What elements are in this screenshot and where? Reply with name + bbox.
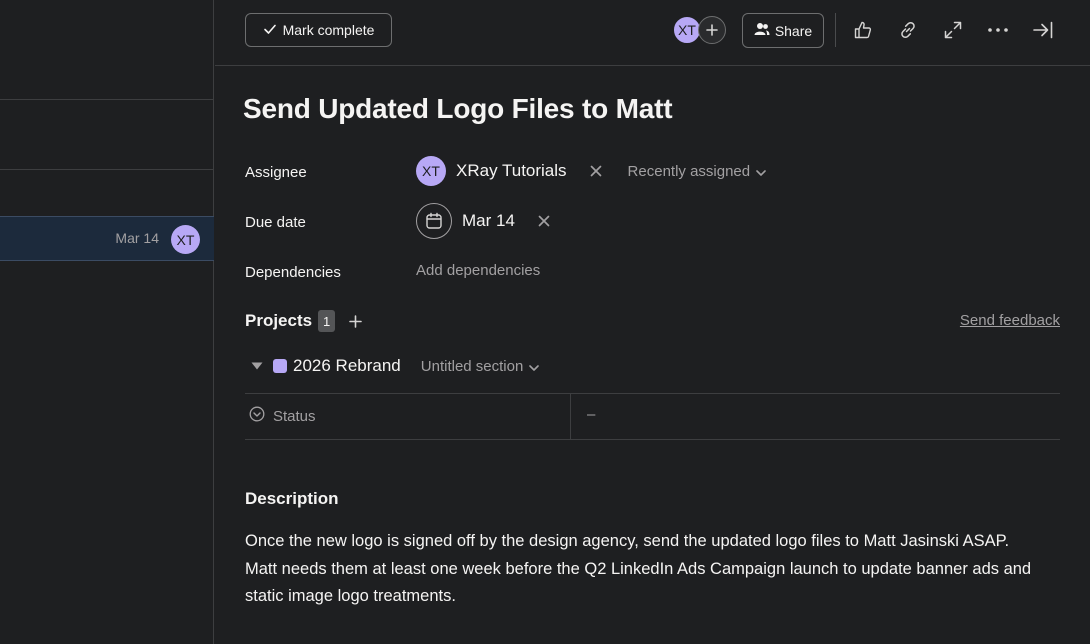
projects-header: Projects 1 <box>245 309 362 333</box>
assignee-label: Assignee <box>245 164 307 181</box>
due-date-label: Due date <box>245 214 306 231</box>
status-label: Status <box>273 408 316 425</box>
status-field-label-cell: Status <box>245 394 571 439</box>
recently-assigned-dropdown[interactable]: Recently assigned <box>628 163 767 180</box>
section-dropdown[interactable]: Untitled section <box>421 358 540 375</box>
task-list-pane: Mar 14 XT <box>0 0 214 644</box>
add-collaborator-icon[interactable] <box>698 16 726 44</box>
assignee-name[interactable]: XRay Tutorials <box>456 161 567 181</box>
status-value[interactable]: – <box>587 406 595 423</box>
description-title: Description <box>245 489 339 508</box>
calendar-icon[interactable] <box>416 203 452 239</box>
description-body[interactable]: Once the new logo is signed off by the d… <box>245 528 1035 611</box>
more-icon[interactable] <box>986 18 1010 42</box>
add-dependencies-button[interactable]: Add dependencies <box>416 262 540 279</box>
close-pane-icon[interactable] <box>1031 18 1055 42</box>
remove-assignee-icon[interactable] <box>586 161 606 181</box>
list-divider <box>0 169 214 170</box>
list-divider <box>0 99 214 100</box>
dependencies-label: Dependencies <box>245 264 341 281</box>
send-feedback-link[interactable]: Send feedback <box>960 312 1060 329</box>
projects-count-badge: 1 <box>318 310 336 332</box>
due-date-field[interactable]: Mar 14 <box>416 203 554 239</box>
toolbar-separator <box>835 13 836 47</box>
task-row-due-date: Mar 14 <box>115 230 159 246</box>
chevron-down-icon <box>529 358 540 375</box>
task-row-assignee-avatar[interactable]: XT <box>171 225 200 254</box>
people-icon <box>754 22 770 39</box>
selected-task-row[interactable]: Mar 14 XT <box>0 216 214 261</box>
recently-assigned-label: Recently assigned <box>627 162 751 180</box>
task-title[interactable]: Send Updated Logo Files to Matt <box>243 93 673 125</box>
like-icon[interactable] <box>851 18 875 42</box>
due-date-value[interactable]: Mar 14 <box>462 211 515 231</box>
collaborators[interactable]: XT <box>672 15 728 45</box>
link-icon[interactable] <box>896 18 920 42</box>
project-color-swatch <box>273 359 287 373</box>
projects-label: Projects <box>245 311 313 330</box>
collapse-caret-icon[interactable] <box>251 357 263 375</box>
status-chevron-circle-icon <box>249 406 265 427</box>
share-label: Share <box>774 22 813 39</box>
clear-due-date-icon[interactable] <box>534 211 554 231</box>
add-project-icon[interactable] <box>349 314 362 328</box>
assignee-field[interactable]: XT XRay Tutorials Recently assigned <box>416 156 766 186</box>
check-icon <box>263 22 277 39</box>
mark-complete-label: Mark complete <box>282 22 375 38</box>
mark-complete-button[interactable]: Mark complete <box>245 13 392 47</box>
chevron-down-icon <box>756 163 766 180</box>
project-status-table: Status – <box>245 393 1060 440</box>
assignee-avatar: XT <box>416 156 446 186</box>
task-toolbar: Mark complete XT Share <box>215 0 1090 66</box>
project-name[interactable]: 2026 Rebrand <box>293 356 401 376</box>
task-detail-pane: Mark complete XT Share Send Updated Logo… <box>215 0 1090 644</box>
project-item[interactable]: 2026 Rebrand Untitled section <box>251 355 540 377</box>
section-label: Untitled section <box>420 357 524 375</box>
expand-icon[interactable] <box>941 18 965 42</box>
share-button[interactable]: Share <box>742 13 824 48</box>
